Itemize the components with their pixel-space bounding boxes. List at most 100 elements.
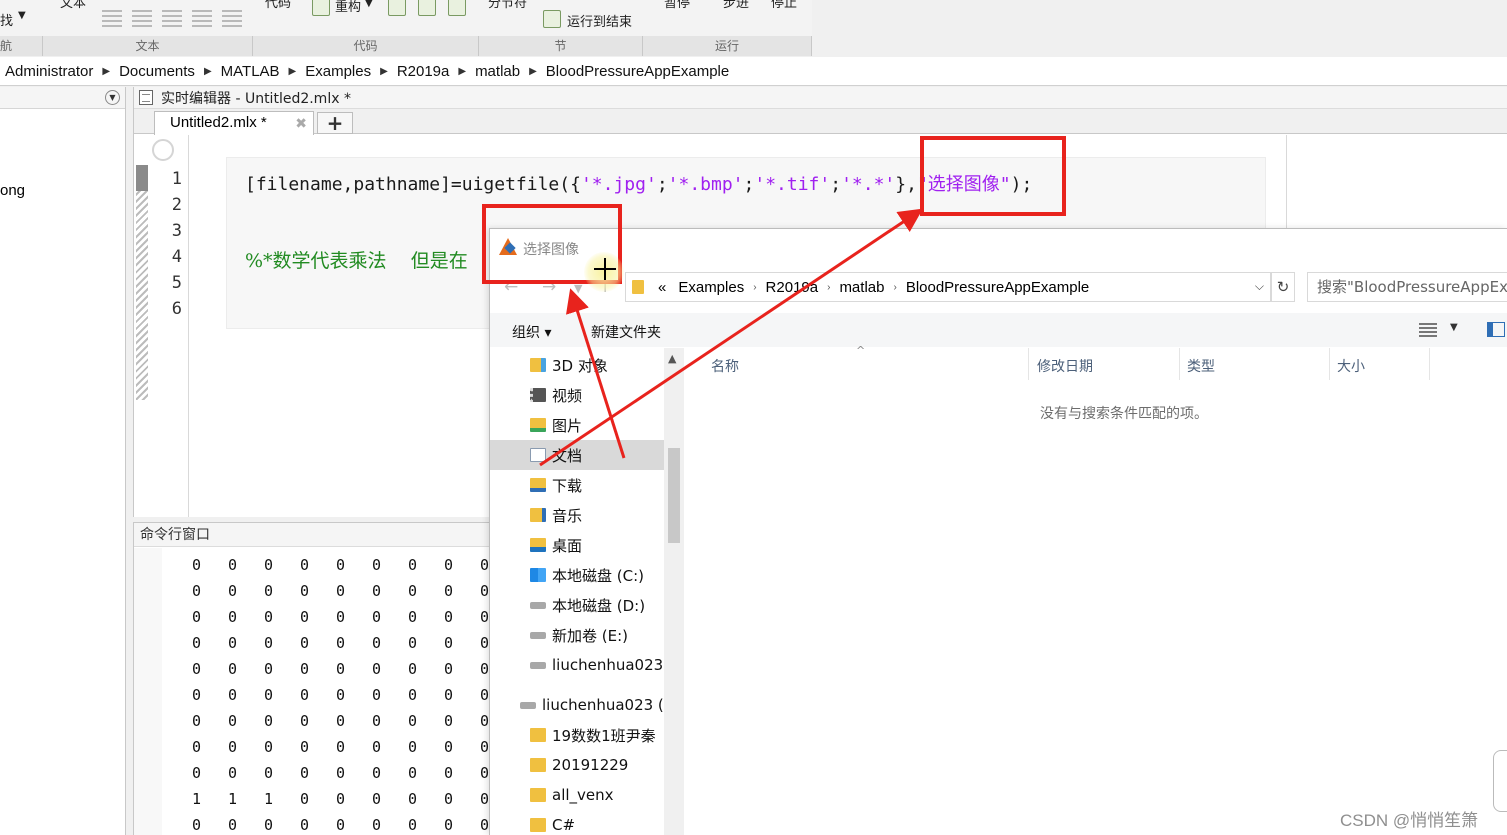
insert-icon[interactable] [388,0,406,16]
windows-drive-icon [530,568,546,582]
stop-button[interactable]: 停止 [771,0,797,11]
matrix-value: 0 [408,712,418,730]
refactor-button[interactable]: 重构 [335,0,361,15]
path-item[interactable]: BloodPressureAppExample [906,279,1089,296]
indent-icon[interactable] [418,0,436,16]
run-to-end-button[interactable]: 运行到结束 [567,11,632,30]
editor-title-bar: 实时编辑器 - Untitled2.mlx * [134,87,1507,109]
breadcrumb-item[interactable]: Documents [119,63,195,80]
matrix-value: 0 [264,686,274,704]
column-divider[interactable] [1429,348,1430,380]
nav-item[interactable]: 音乐 [490,500,664,530]
breadcrumb-item[interactable]: Examples [305,63,371,80]
nav-item[interactable]: 本地磁盘 (D:) [490,590,664,620]
nav-item[interactable]: 20191229 [490,750,664,780]
matrix-value: 0 [444,712,454,730]
align-center-icon[interactable] [192,10,212,28]
outdent-icon[interactable] [448,0,466,16]
path-item[interactable]: matlab [839,279,884,296]
numbered-list-icon[interactable] [132,10,152,28]
refresh-icon[interactable]: ↻ [1271,272,1295,302]
current-folder-panel: ▼ ong [0,87,126,835]
matrix-value: 0 [372,738,382,756]
pictures-icon [530,418,546,432]
nav-item[interactable]: liuchenhua023 ( [490,690,664,720]
matrix-value: 0 [408,608,418,626]
view-options-icon[interactable] [1419,323,1437,337]
matrix-value: 0 [264,816,274,834]
command-output-row: 111000000 [192,790,516,808]
command-output-row: 000000000 [192,582,516,600]
new-tab-button[interactable]: + [317,112,353,134]
search-input[interactable]: 搜索"BloodPressureAppEx [1307,272,1507,302]
bullet-list-icon[interactable] [102,10,122,28]
dialog-title-bar[interactable]: 选择图像 [490,229,1507,267]
nav-item[interactable]: 视频 [490,380,664,410]
nav-item[interactable]: 3D 对象 [490,350,664,380]
pause-button[interactable]: 暂停 [664,0,690,11]
folder-list-item[interactable]: ong [0,182,25,199]
nav-item[interactable]: C# [490,810,664,835]
panel-menu-icon[interactable]: ▼ [105,90,120,105]
nav-item-label: 图片 [552,416,583,435]
breadcrumb-item[interactable]: BloodPressureAppExample [546,63,729,80]
nav-item[interactable]: 文档 [490,440,664,470]
nav-item[interactable]: 图片 [490,410,664,440]
code-line-1[interactable]: [filename,pathname]=uigetfile({'*.jpg';'… [245,170,1032,196]
chevron-down-icon[interactable]: ⌵ [1255,279,1264,294]
column-divider[interactable] [1329,348,1330,380]
matrix-value: 0 [372,582,382,600]
nav-item-label: 本地磁盘 (C:) [552,566,644,585]
command-window[interactable]: 命令行窗口 0 0 0 0 0 0 0 0 0 0 0 0 0 0 0 0 0 0 0 0 0 0 0 0 0 0 0 0 0 0 0 0 0 0… [133,522,493,835]
live-script-icon [139,90,153,105]
column-size[interactable]: 大小 [1337,356,1365,376]
matrix-value: 0 [372,660,382,678]
column-divider[interactable] [1179,348,1180,380]
nav-item[interactable]: liuchenhua023 [490,650,664,680]
align-left-icon[interactable] [162,10,182,28]
column-name[interactable]: 名称 [711,356,739,376]
path-overflow[interactable]: « [658,279,666,296]
navigation-scrollbar[interactable]: ▲ [664,348,684,835]
group-nav: 航 [0,36,43,56]
nav-item[interactable]: 下载 [490,470,664,500]
breadcrumb-item[interactable]: R2019a [397,63,450,80]
scroll-up-icon[interactable]: ▲ [668,352,676,365]
side-floating-button[interactable] [1493,750,1507,812]
nav-item[interactable]: all_venx [490,780,664,810]
step-button[interactable]: 步进 [723,0,749,11]
scrollbar-thumb[interactable] [668,448,680,543]
organize-button[interactable]: 组织 ▾ [512,322,551,342]
matrix-value: 1 [264,790,274,808]
column-date-modified[interactable]: 修改日期 [1037,356,1093,376]
run-to-end-icon[interactable] [543,10,561,28]
nav-item[interactable]: 19数数1班尹秦 [490,720,664,750]
column-type[interactable]: 类型 [1187,356,1215,376]
chevron-down-icon[interactable]: ▼ [18,10,26,21]
chevron-down-icon[interactable]: ▼ [365,0,373,9]
tab-untitled2[interactable]: Untitled2.mlx * ✖ [154,111,314,135]
path-item[interactable]: Examples [678,279,744,296]
preview-pane-icon[interactable] [1487,322,1505,337]
matrix-value: 0 [300,660,310,678]
path-item[interactable]: R2019a [766,279,819,296]
find-button[interactable]: 找 [0,10,13,29]
align-right-icon[interactable] [222,10,242,28]
nav-item[interactable]: 桌面 [490,530,664,560]
new-folder-button[interactable]: 新建文件夹 [591,322,661,342]
nav-item[interactable]: 新加卷 (E:) [490,620,664,650]
dialog-address-bar[interactable]: « Examples › R2019a › matlab › BloodPressur… [625,272,1271,302]
matrix-value: 1 [192,790,202,808]
column-divider[interactable] [1028,348,1029,380]
breadcrumb-item[interactable]: MATLAB [221,63,280,80]
nav-item-label: liuchenhua023 [552,656,664,674]
breadcrumb-item[interactable]: matlab [475,63,520,80]
code-line-4-comment[interactable]: %*数学代表乘法 但是在 [245,246,468,273]
refactor-icon[interactable] [312,0,330,16]
current-folder-breadcrumb[interactable]: Administrator ▶ Documents ▶ MATLAB ▶ Exampl… [0,57,1507,86]
close-icon[interactable]: ✖ [295,112,307,134]
breadcrumb-item[interactable]: Administrator [5,63,93,80]
nav-item[interactable]: 本地磁盘 (C:) [490,560,664,590]
matrix-value: 0 [228,634,238,652]
chevron-down-icon[interactable]: ▼ [1450,322,1458,333]
